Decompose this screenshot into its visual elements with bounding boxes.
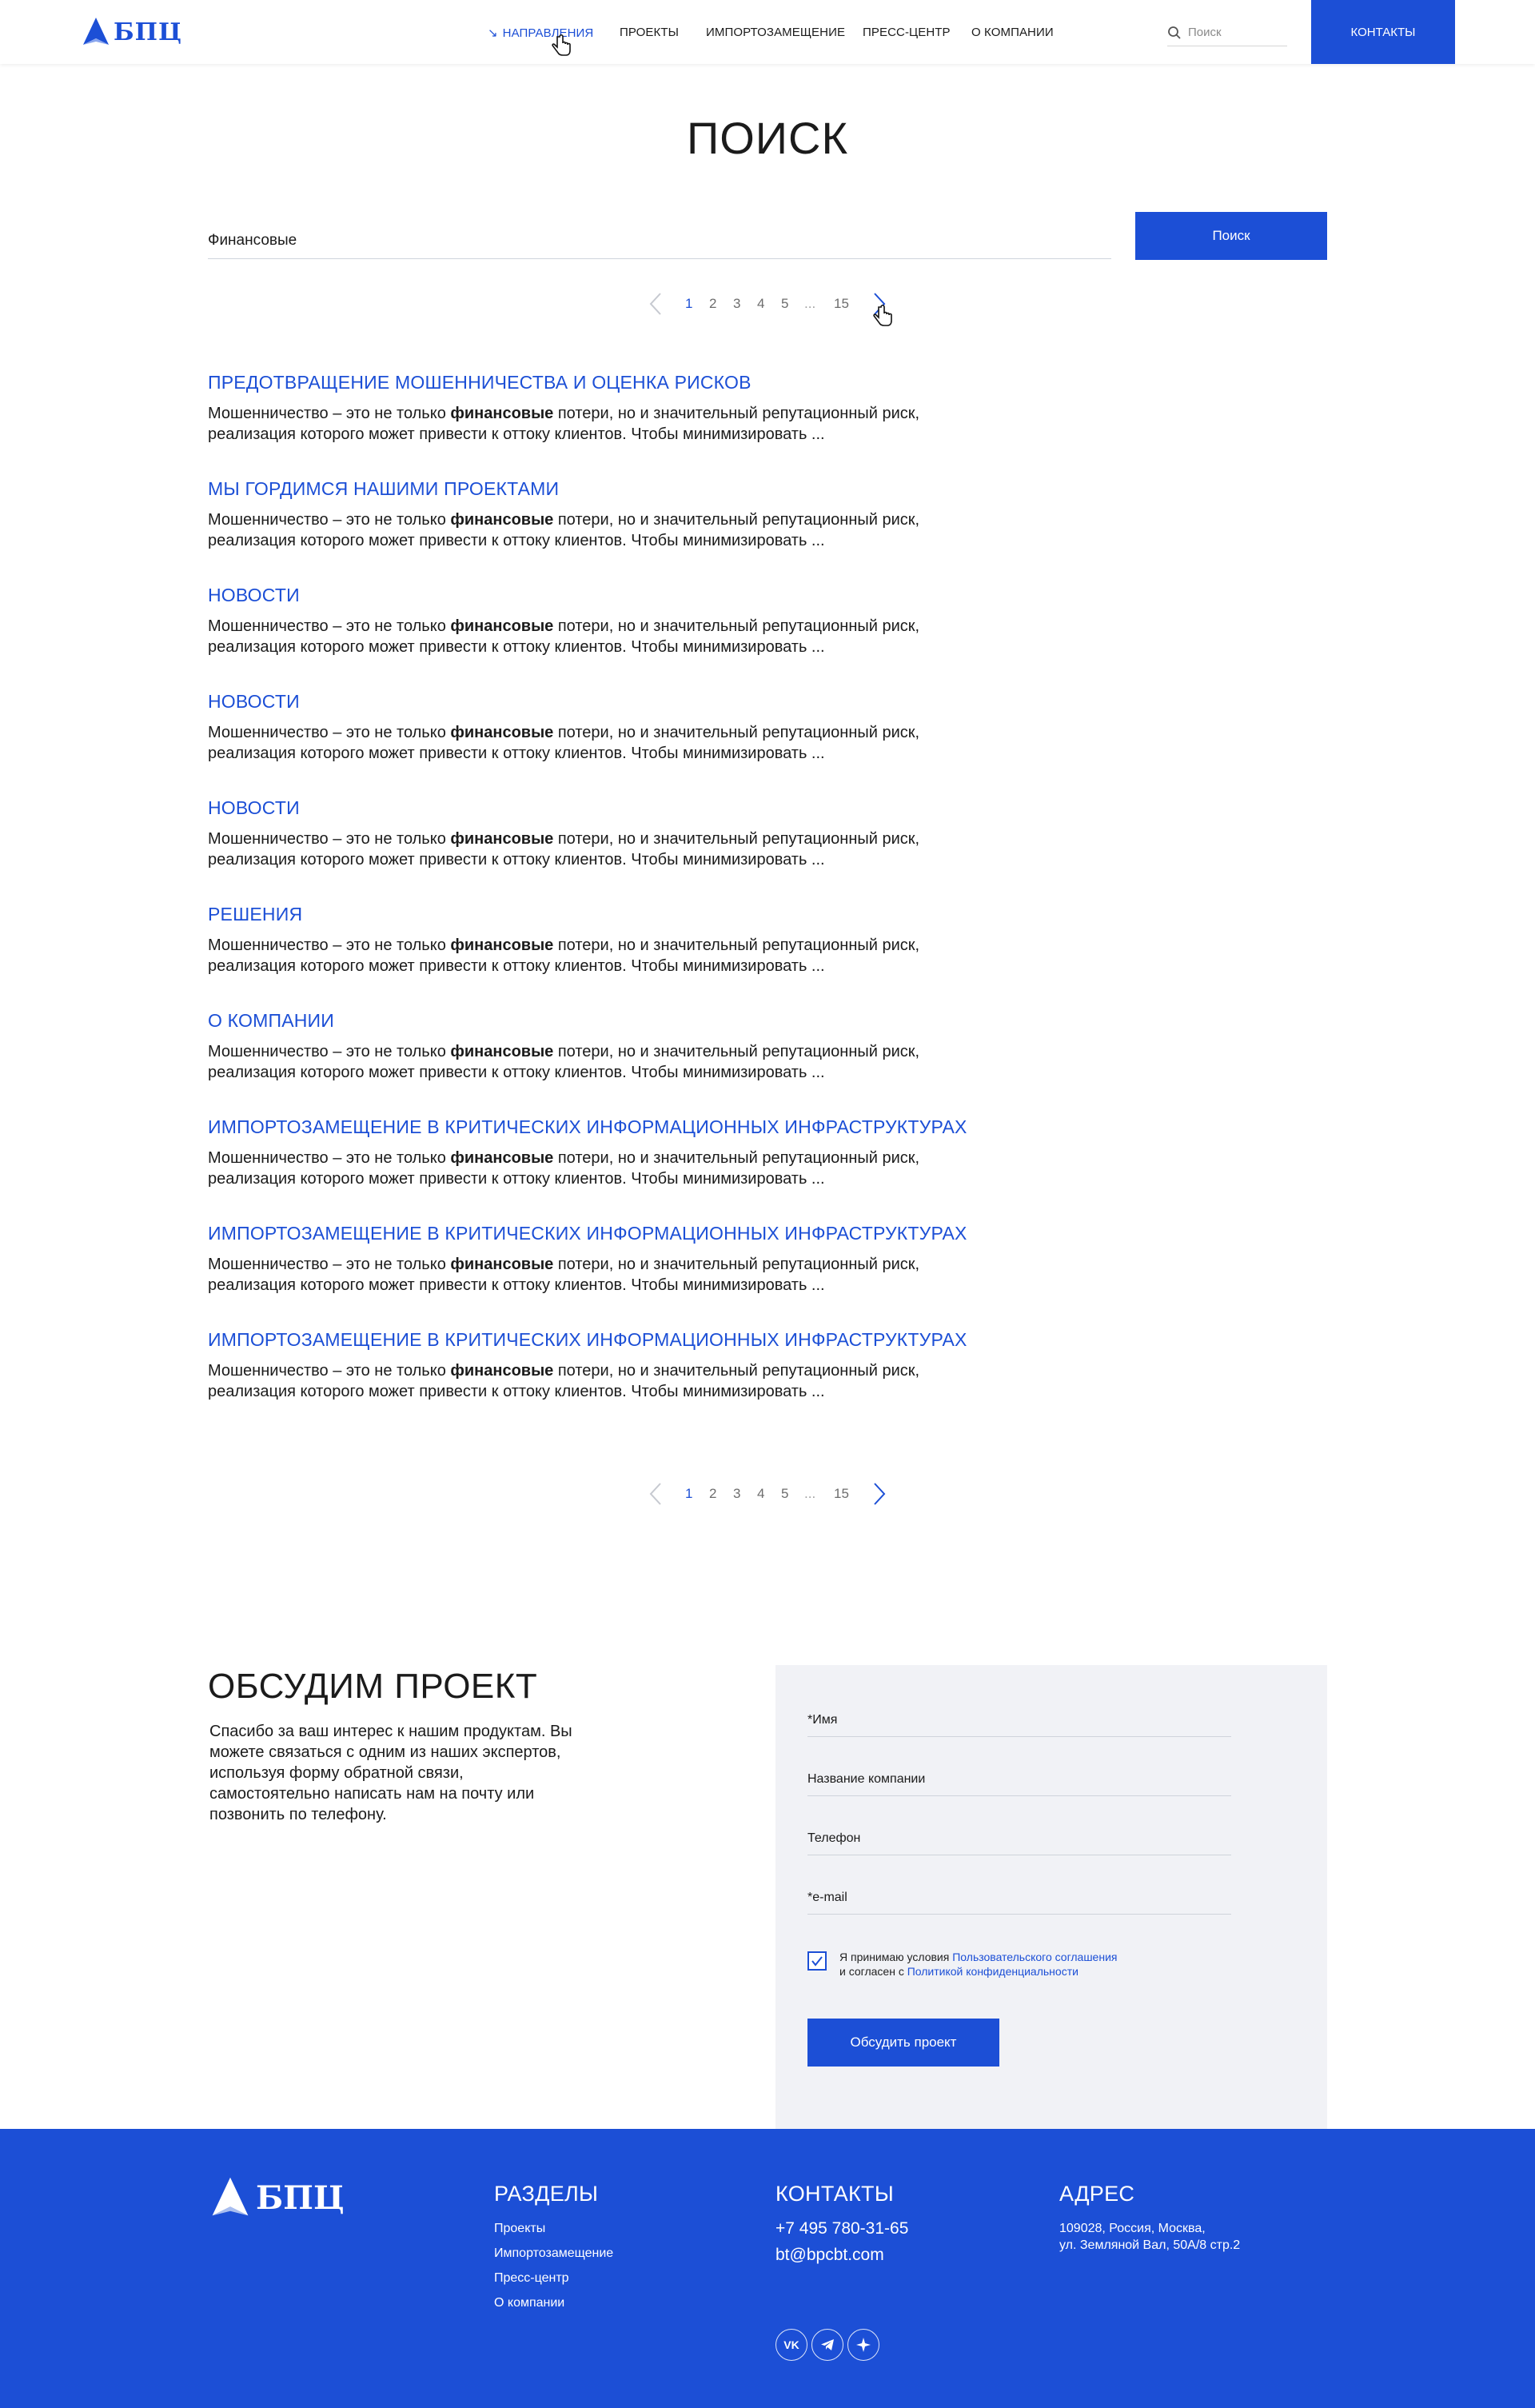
hand-cursor-icon — [552, 34, 571, 56]
footer-sections-title: РАЗДЕЛЫ — [494, 2182, 599, 2206]
nav-item-press[interactable]: ПРЕСС-ЦЕНТР — [863, 26, 951, 39]
result-snippet: Мошенничество – это не только финансовые… — [208, 1256, 920, 1294]
result-title-link[interactable]: ИМПОРТОЗАМЕЩЕНИЕ В КРИТИЧЕСКИХ ИНФОРМАЦИ… — [208, 1116, 1007, 1138]
nav-item-directions[interactable]: ↘ НАПРАВЛЕНИЯ — [488, 26, 593, 40]
header-search-placeholder: Поиск — [1188, 26, 1222, 39]
result-snippet: Мошенничество – это не только финансовые… — [208, 936, 920, 975]
page-link[interactable]: 1 — [685, 296, 692, 312]
page-ellipsis: ... — [804, 1486, 816, 1501]
nav-item-projects[interactable]: ПРОЕКТЫ — [620, 26, 679, 39]
footer-link[interactable]: Пресс-центр — [494, 2271, 569, 2286]
footer-logo[interactable]: БПЦ — [208, 2175, 345, 2220]
footer-link[interactable]: О компании — [494, 2296, 564, 2310]
logo-text: БПЦ — [114, 18, 182, 46]
footer-phone[interactable]: +7 495 780-31-65 — [775, 2219, 908, 2238]
user-agreement-link[interactable]: Пользовательского соглашения — [952, 1951, 1117, 1963]
pagination-top: 1 2 3 4 5 ... 15 — [640, 288, 895, 320]
search-result: НОВОСТИ Мошенничество – это не только фи… — [208, 585, 1007, 657]
footer-address: 109028, Россия, Москва, ул. Земляной Вал,… — [1059, 2222, 1241, 2252]
result-title-link[interactable]: ИМПОРТОЗАМЕЩЕНИЕ В КРИТИЧЕСКИХ ИНФОРМАЦИ… — [208, 1329, 1007, 1351]
search-result: НОВОСТИ Мошенничество – это не только фи… — [208, 797, 1007, 870]
page-link[interactable]: 2 — [709, 296, 716, 312]
search-result: ПРЕДОТВРАЩЕНИЕ МОШЕННИЧЕСТВА И ОЦЕНКА РИ… — [208, 372, 1007, 445]
result-snippet: Мошенничество – это не только финансовые… — [208, 617, 920, 656]
result-title-link[interactable]: МЫ ГОРДИМСЯ НАШИМИ ПРОЕКТАМИ — [208, 478, 1007, 500]
search-result: ИМПОРТОЗАМЕЩЕНИЕ В КРИТИЧЕСКИХ ИНФОРМАЦИ… — [208, 1223, 1007, 1296]
submit-button[interactable]: Обсудить проект — [807, 2019, 999, 2067]
page-link[interactable]: 4 — [757, 1486, 764, 1502]
page-link[interactable]: 5 — [781, 296, 788, 312]
search-result: РЕШЕНИЯ Мошенничество – это не только фи… — [208, 904, 1007, 976]
result-title-link[interactable]: НОВОСТИ — [208, 691, 1007, 713]
page-link[interactable]: 15 — [834, 296, 849, 312]
email-field[interactable]: *e-mail — [807, 1881, 1231, 1915]
search-result: ИМПОРТОЗАМЕЩЕНИЕ В КРИТИЧЕСКИХ ИНФОРМАЦИ… — [208, 1116, 1007, 1189]
page-link[interactable]: 3 — [733, 296, 740, 312]
page-link[interactable]: 4 — [757, 296, 764, 312]
result-snippet: Мошенничество – это не только финансовые… — [208, 1362, 920, 1400]
search-result: НОВОСТИ Мошенничество – это не только фи… — [208, 691, 1007, 764]
header-search[interactable]: Поиск — [1167, 19, 1287, 46]
telegram-plane-icon — [821, 2339, 834, 2350]
footer-address-title: АДРЕС — [1059, 2182, 1135, 2206]
sparkle-icon[interactable] — [847, 2329, 879, 2361]
site-footer — [0, 2129, 1535, 2408]
company-field[interactable]: Название компании — [807, 1763, 1231, 1796]
discuss-title: ОБСУДИМ ПРОЕКТ — [208, 1667, 538, 1706]
result-snippet: Мошенничество – это не только финансовые… — [208, 405, 920, 443]
vk-icon[interactable]: VK — [775, 2329, 807, 2361]
telegram-icon[interactable] — [811, 2329, 843, 2361]
result-title-link[interactable]: ИМПОРТОЗАМЕЩЕНИЕ В КРИТИЧЕСКИХ ИНФОРМАЦИ… — [208, 1223, 1007, 1244]
footer-link[interactable]: Импортозамещение — [494, 2246, 613, 2261]
nav-item-about[interactable]: О КОМПАНИИ — [971, 26, 1054, 39]
result-title-link[interactable]: НОВОСТИ — [208, 585, 1007, 606]
consent-checkbox[interactable] — [807, 1951, 827, 1971]
phone-field[interactable]: Телефон — [807, 1822, 1231, 1855]
page-link[interactable]: 15 — [834, 1486, 849, 1502]
arrow-down-right-icon: ↘ — [488, 26, 498, 40]
result-title-link[interactable]: ПРЕДОТВРАЩЕНИЕ МОШЕННИЧЕСТВА И ОЦЕНКА РИ… — [208, 372, 1007, 393]
footer-email[interactable]: bt@bpcbt.com — [775, 2246, 884, 2265]
logo-icon — [212, 2177, 249, 2216]
discuss-text: Спасибо за ваш интерес к нашим продуктам… — [209, 1723, 572, 1823]
page-link[interactable]: 3 — [733, 1486, 740, 1502]
logo[interactable]: БПЦ — [80, 16, 182, 48]
hand-cursor-icon — [873, 304, 892, 326]
consent-text: Я принимаю условия Пользовательского сог… — [839, 1951, 1118, 1978]
checkmark-icon — [811, 1956, 823, 1967]
chevron-left-icon[interactable] — [648, 291, 664, 317]
search-button[interactable]: Поиск — [1135, 212, 1327, 260]
chevron-left-icon[interactable] — [648, 1481, 664, 1507]
search-icon — [1168, 26, 1181, 39]
nav-item-label: НАПРАВЛЕНИЯ — [502, 26, 594, 40]
result-title-link[interactable]: НОВОСТИ — [208, 797, 1007, 819]
result-snippet: Мошенничество – это не только финансовые… — [208, 1149, 920, 1188]
pagination-bottom: 1 2 3 4 5 ... 15 — [640, 1478, 895, 1510]
result-title-link[interactable]: О КОМПАНИИ — [208, 1010, 1007, 1032]
page-link[interactable]: 5 — [781, 1486, 788, 1502]
result-snippet: Мошенничество – это не только финансовые… — [208, 1043, 920, 1081]
nav-item-import[interactable]: ИМПОРТОЗАМЕЩЕНИЕ — [706, 26, 845, 39]
search-result: МЫ ГОРДИМСЯ НАШИМИ ПРОЕКТАМИ Мошенничест… — [208, 478, 1007, 551]
contacts-button[interactable]: КОНТАКТЫ — [1311, 0, 1455, 64]
chevron-right-icon[interactable] — [871, 1481, 887, 1507]
footer-contacts-title: КОНТАКТЫ — [775, 2182, 895, 2206]
result-snippet: Мошенничество – это не только финансовые… — [208, 724, 920, 762]
star-icon — [856, 2338, 871, 2352]
page-link[interactable]: 1 — [685, 1486, 692, 1502]
page-link[interactable]: 2 — [709, 1486, 716, 1502]
name-field[interactable]: *Имя — [807, 1703, 1231, 1737]
result-snippet: Мошенничество – это не только финансовые… — [208, 511, 920, 549]
result-title-link[interactable]: РЕШЕНИЯ — [208, 904, 1007, 925]
privacy-policy-link[interactable]: Политикой конфиденциальности — [907, 1965, 1078, 1978]
footer-logo-text: БПЦ — [256, 2178, 345, 2217]
logo-icon — [83, 18, 109, 45]
search-input[interactable] — [208, 222, 1111, 259]
result-snippet: Мошенничество – это не только финансовые… — [208, 830, 920, 869]
search-result: ИМПОРТОЗАМЕЩЕНИЕ В КРИТИЧЕСКИХ ИНФОРМАЦИ… — [208, 1329, 1007, 1402]
page-title: ПОИСК — [686, 113, 849, 163]
page-ellipsis: ... — [804, 296, 816, 311]
footer-link[interactable]: Проекты — [494, 2222, 545, 2236]
search-result: О КОМПАНИИ Мошенничество – это не только… — [208, 1010, 1007, 1083]
